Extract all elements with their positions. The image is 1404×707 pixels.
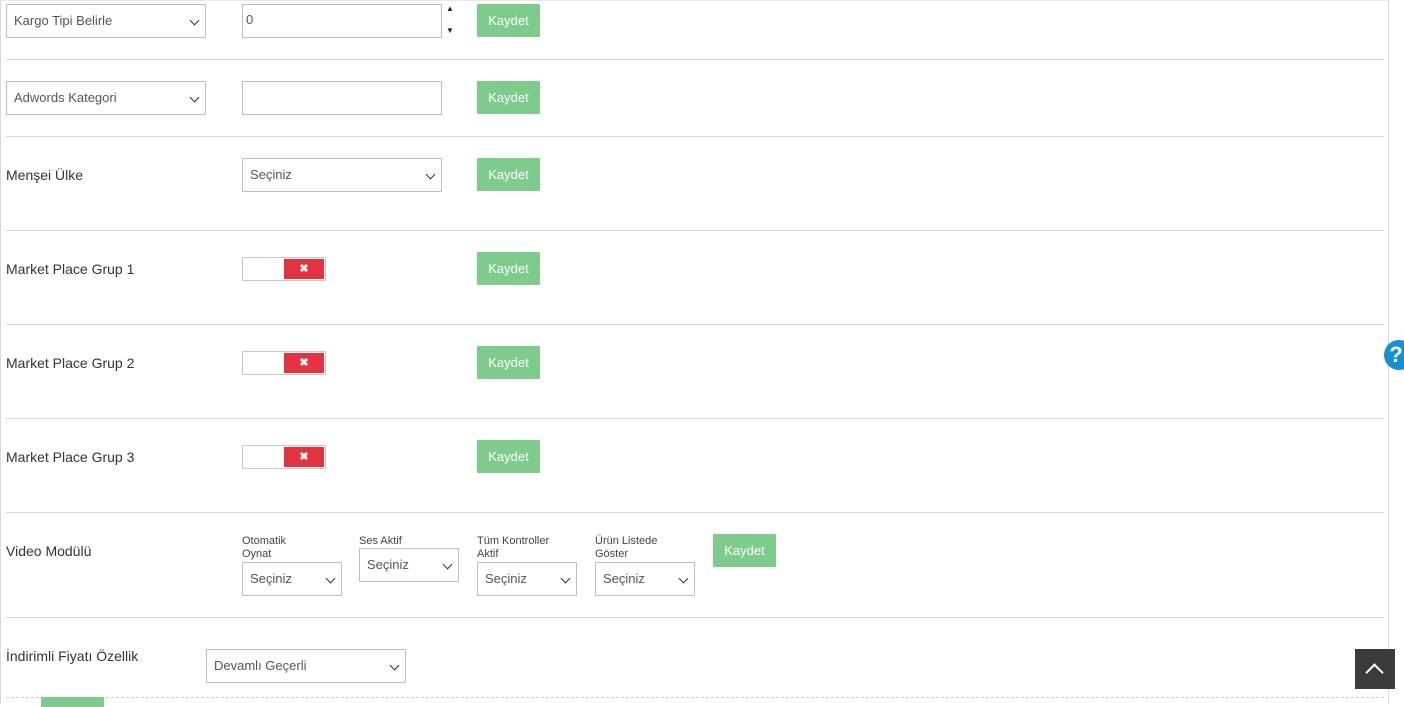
all-controls-label: Tüm Kontroller Aktif (477, 535, 549, 561)
chevron-down-icon (425, 169, 436, 180)
adwords-category-select-value: Adwords Kategori (14, 90, 117, 105)
partial-save-button[interactable] (41, 697, 104, 707)
origin-country-save-button[interactable]: Kaydet (477, 158, 540, 191)
sound-active-select-value: Seçiniz (367, 557, 409, 572)
video-module-save-button[interactable]: Kaydet (713, 534, 776, 567)
chevron-down-icon (678, 573, 689, 584)
all-controls-label-line1: Tüm Kontroller (477, 535, 550, 547)
marketplace-group-1-save-button[interactable]: Kaydet (477, 252, 540, 285)
chevron-down-icon (389, 660, 400, 671)
chevron-down-icon (325, 573, 336, 584)
cargo-number-input[interactable]: 0 (242, 4, 442, 38)
all-controls-label-line2: Aktif (477, 548, 499, 560)
marketplace-group-1-label: Market Place Grup 1 (6, 261, 135, 277)
cargo-type-select-value: Kargo Tipi Belirle (14, 13, 113, 28)
show-in-list-label-line2: Göster (595, 548, 629, 560)
autoplay-select-value: Seçiniz (250, 571, 292, 586)
divider (6, 230, 1384, 231)
origin-country-select-value: Seçiniz (250, 167, 292, 182)
chevron-down-icon (189, 15, 200, 26)
autoplay-label: Otomatik Oynat (242, 535, 286, 561)
all-controls-select[interactable]: Seçiniz (477, 562, 577, 596)
discount-price-select[interactable]: Devamlı Geçerli (206, 649, 406, 683)
marketplace-group-2-label: Market Place Grup 2 (6, 355, 135, 371)
discount-price-select-value: Devamlı Geçerli (214, 658, 307, 673)
chevron-down-icon (442, 559, 453, 570)
divider (6, 324, 1384, 325)
chevron-down-icon (189, 92, 200, 103)
all-controls-select-value: Seçiniz (485, 571, 527, 586)
spinner-down-icon[interactable]: ▼ (446, 27, 454, 35)
show-in-list-label-line1: Ürün Listede (595, 535, 658, 547)
autoplay-label-line1: Otomatik (242, 535, 287, 547)
cargo-type-select[interactable]: Kargo Tipi Belirle (6, 4, 206, 38)
divider (6, 59, 1384, 60)
close-icon: ✖ (284, 447, 324, 467)
divider (6, 617, 1384, 618)
origin-country-label: Menşei Ülke (6, 167, 84, 183)
show-in-list-label: Ürün Listede Göster (595, 535, 657, 561)
autoplay-select[interactable]: Seçiniz (242, 562, 342, 596)
marketplace-group-1-toggle[interactable]: ✖ (242, 257, 326, 281)
show-in-list-select-value: Seçiniz (603, 571, 645, 586)
show-in-list-select[interactable]: Seçiniz (595, 562, 695, 596)
origin-country-select[interactable]: Seçiniz (242, 158, 442, 192)
divider (6, 512, 1384, 513)
divider (6, 136, 1384, 137)
adwords-input[interactable] (242, 81, 442, 115)
adwords-category-select[interactable]: Adwords Kategori (6, 81, 206, 115)
marketplace-group-3-toggle[interactable]: ✖ (242, 445, 326, 469)
divider (6, 418, 1384, 419)
chevron-down-icon (560, 573, 571, 584)
close-icon: ✖ (284, 259, 324, 279)
marketplace-group-2-save-button[interactable]: Kaydet (477, 346, 540, 379)
dashed-divider (6, 697, 1384, 698)
video-module-label: Video Modülü (6, 543, 92, 559)
marketplace-group-2-toggle[interactable]: ✖ (242, 351, 326, 375)
spinner-up-icon[interactable]: ▲ (446, 5, 454, 13)
adwords-save-button[interactable]: Kaydet (477, 81, 540, 114)
scroll-to-top-button[interactable] (1355, 649, 1395, 689)
marketplace-group-3-label: Market Place Grup 3 (6, 449, 135, 465)
cargo-save-button[interactable]: Kaydet (477, 4, 540, 37)
cargo-number-input-value: 0 (246, 12, 254, 27)
chevron-up-icon (1365, 663, 1384, 682)
content-frame (0, 0, 1389, 704)
autoplay-label-line2: Oynat (242, 548, 272, 560)
discount-price-label: İndirimli Fiyatı Özellik (6, 648, 139, 664)
sound-active-select[interactable]: Seçiniz (359, 548, 459, 582)
close-icon: ✖ (284, 353, 324, 373)
sound-active-label: Ses Aktif (359, 535, 402, 547)
marketplace-group-3-save-button[interactable]: Kaydet (477, 440, 540, 473)
